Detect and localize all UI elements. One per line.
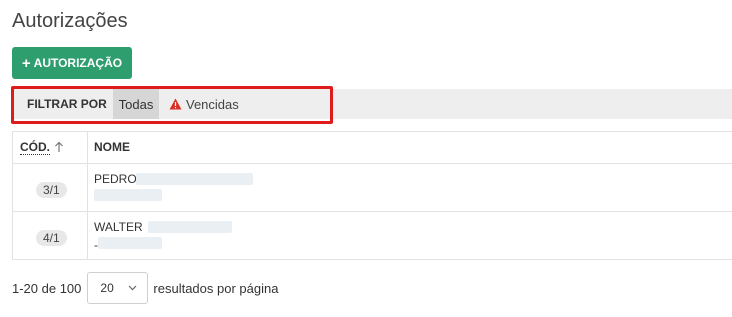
column-header-code-cell[interactable]: CÓD. [12,132,88,163]
code-badge: 4/1 [36,230,67,246]
chevron-down-icon [128,285,137,291]
name-cell: PEDRO [88,164,732,211]
page-size-value: 20 [100,281,114,295]
pagination-range: 1-20 de 100 [12,280,82,296]
table-header-row: CÓD. NOME [12,132,732,164]
add-authorization-button[interactable]: + AUTORIZAÇÃO [12,47,132,79]
arrow-up-icon[interactable] [54,141,64,153]
redacted-text [94,189,162,201]
code-cell: 3/1 [12,164,88,211]
name-cell: WALTER - [88,212,732,259]
add-authorization-label: AUTORIZAÇÃO [33,56,123,70]
column-header-name: NOME [94,140,130,154]
plus-icon: + [21,54,31,72]
column-header-code[interactable]: CÓD. [20,140,50,155]
redacted-text [136,173,253,185]
filter-highlight-box [11,86,333,124]
person-name: PEDRO [94,172,137,186]
table-row[interactable]: 4/1 WALTER - [12,212,732,260]
page-title: Autorizações [12,10,128,32]
table-row[interactable]: 3/1 PEDRO [12,164,732,212]
code-badge: 3/1 [36,182,67,198]
page-size-suffix: resultados por página [153,280,279,296]
pagination: 1-20 de 100 20 resultados por página [12,272,278,304]
code-cell: 4/1 [12,212,88,259]
page-size-select[interactable]: 20 [87,272,149,304]
column-header-name-cell: NOME [88,132,732,163]
redacted-text [148,221,232,233]
authorizations-table: CÓD. NOME 3/1 PEDRO 4/1 WALTER - [12,131,732,260]
person-name: WALTER [94,220,143,234]
redacted-text [98,237,162,249]
